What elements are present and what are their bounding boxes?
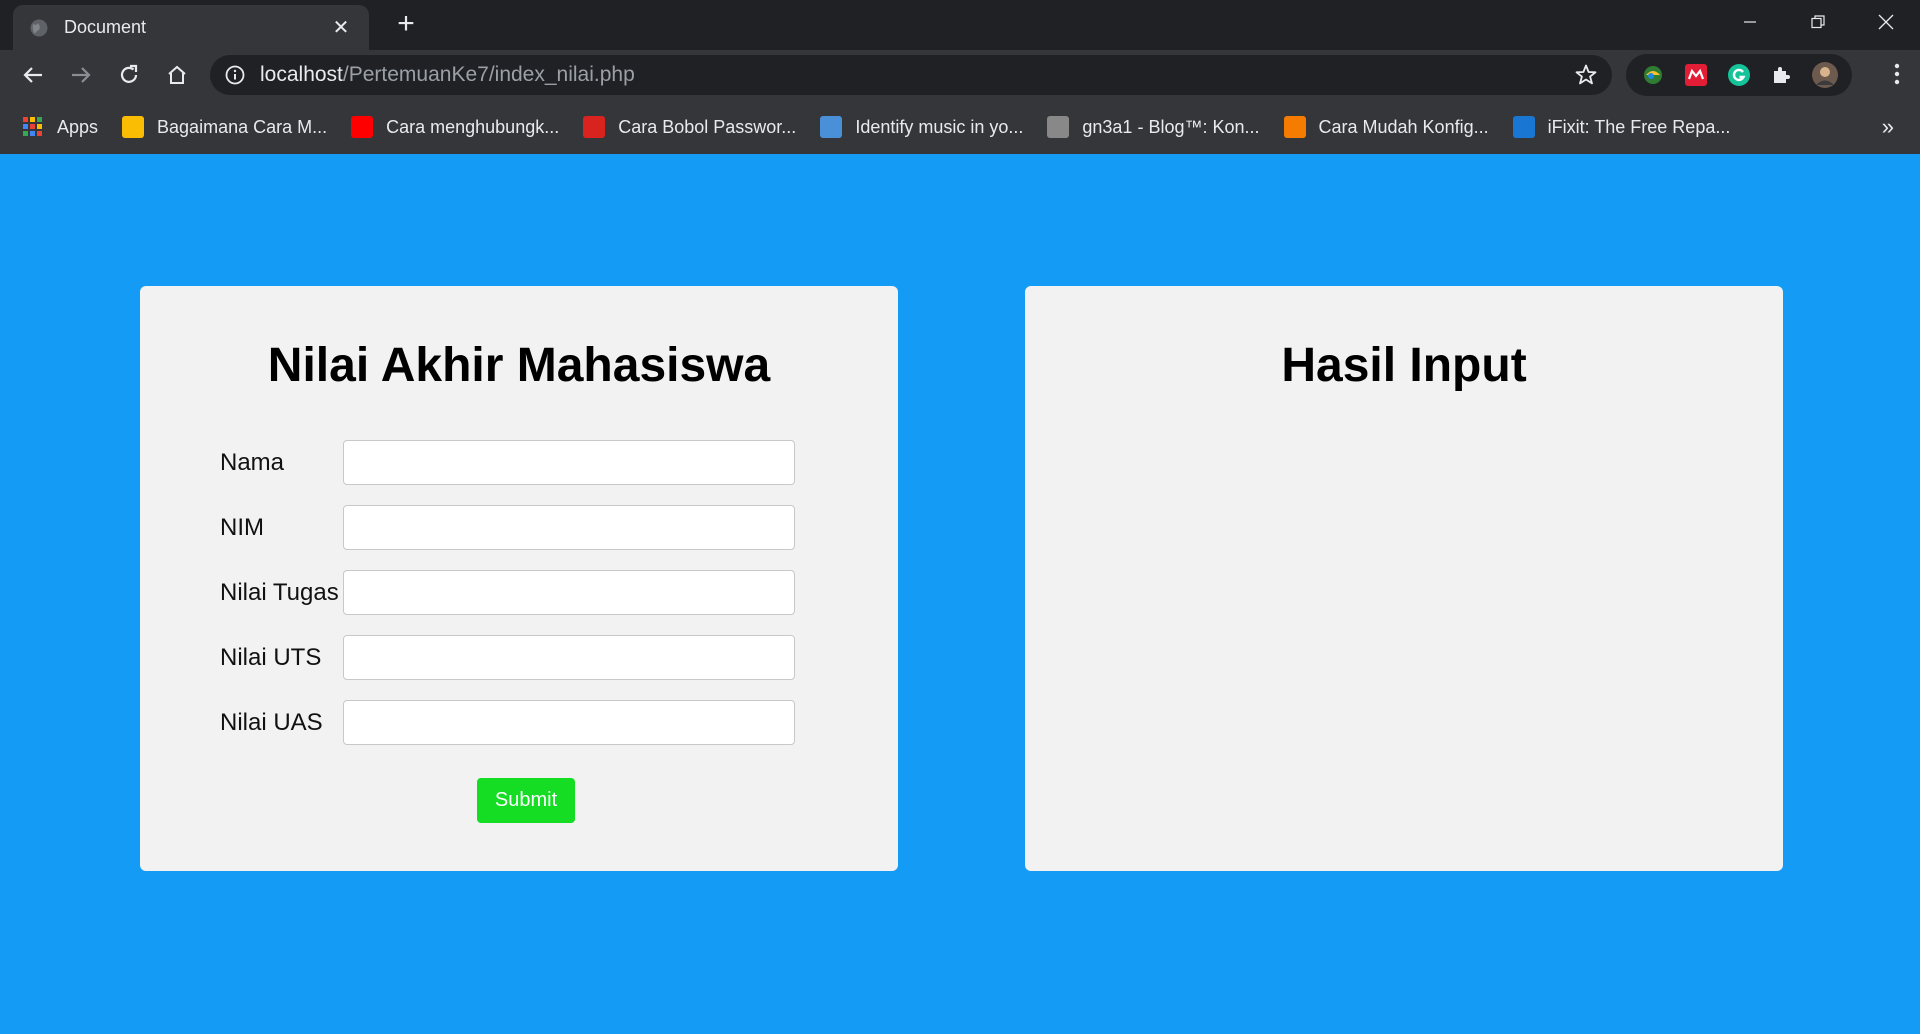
back-arrow-icon[interactable]	[9, 51, 57, 99]
forward-arrow-icon[interactable]	[57, 51, 105, 99]
bookmarks-bar: Apps Bagaimana Cara M... Cara menghubungk.…	[0, 100, 1920, 154]
field-label-nilai-uas: Nilai UAS	[220, 708, 323, 736]
submit-button[interactable]: Submit	[477, 778, 575, 823]
mendeley-icon[interactable]	[1682, 61, 1710, 89]
bookmark-item[interactable]: Bagaimana Cara M...	[122, 116, 327, 138]
close-window-icon[interactable]	[1852, 0, 1920, 44]
globe-icon	[30, 19, 48, 36]
result-card: Hasil Input	[1025, 286, 1783, 871]
bookmark-label: gn3a1 - Blog™: Kon...	[1082, 116, 1260, 137]
field-row-nilai-uas: Nilai UAS	[220, 700, 795, 745]
tab-title: Document	[64, 17, 147, 37]
more-bookmarks-icon[interactable]: »	[1882, 114, 1894, 140]
bookmark-label: Cara Bobol Passwor...	[618, 116, 797, 137]
nilai-uts-input[interactable]	[343, 635, 795, 680]
bookmark-item[interactable]: Cara menghubungk...	[351, 116, 559, 138]
bookmark-star-icon[interactable]	[1574, 63, 1598, 87]
bookmark-site-icon	[122, 116, 145, 138]
tab-strip: Document ✕ +	[0, 0, 1920, 50]
bookmark-label: iFixit: The Free Repa...	[1547, 116, 1731, 137]
site-info-icon[interactable]	[224, 64, 246, 86]
url-path: /PertemuanKe7/index_nilai.php	[342, 63, 635, 86]
colorful-extension-icon[interactable]	[1639, 61, 1667, 89]
nilai-tugas-input[interactable]	[343, 570, 795, 615]
extensions-area	[1626, 54, 1852, 96]
address-bar[interactable]: localhost/PertemuanKe7/index_nilai.php	[210, 55, 1612, 95]
bookmark-item[interactable]: Cara Mudah Konfig...	[1283, 116, 1489, 138]
field-row-nilai-tugas: Nilai Tugas	[220, 570, 795, 615]
blogger-icon	[1283, 116, 1306, 138]
field-row-nilai-uts: Nilai UTS	[220, 635, 795, 680]
field-label-nim: NIM	[220, 513, 264, 541]
form-card: Nilai Akhir Mahasiswa Nama NIM Nilai Tug…	[140, 286, 898, 871]
extensions-puzzle-icon[interactable]	[1768, 61, 1796, 89]
red-chevron-icon	[583, 116, 606, 138]
grade-form: Nama NIM Nilai Tugas Nilai UTS Nilai UAS	[220, 440, 795, 765]
field-label-nama: Nama	[220, 448, 285, 476]
window-controls	[1716, 0, 1920, 44]
bookmark-label: Apps	[57, 116, 99, 137]
bookmark-label: Identify music in yo...	[855, 116, 1024, 137]
grammarly-icon[interactable]	[1725, 61, 1753, 89]
field-label-nilai-uts: Nilai UTS	[220, 643, 322, 671]
ifixit-icon	[1512, 116, 1535, 138]
bookmark-item[interactable]: iFixit: The Free Repa...	[1512, 116, 1731, 138]
field-label-nilai-tugas: Nilai Tugas	[220, 578, 339, 606]
field-row-nim: NIM	[220, 505, 795, 550]
nim-input[interactable]	[343, 505, 795, 550]
url-host: localhost	[260, 63, 343, 86]
reload-icon[interactable]	[105, 51, 153, 99]
restore-icon[interactable]	[1784, 0, 1852, 44]
page-content: Nilai Akhir Mahasiswa Nama NIM Nilai Tug…	[0, 154, 1920, 1034]
nilai-uas-input[interactable]	[343, 700, 795, 745]
bookmark-item[interactable]: Apps	[22, 116, 98, 138]
bookmark-label: Bagaimana Cara M...	[157, 116, 328, 137]
tab-close-icon[interactable]: ✕	[329, 15, 353, 40]
home-icon[interactable]	[153, 51, 201, 99]
profile-avatar-icon[interactable]	[1811, 61, 1839, 89]
bookmark-label: Cara Mudah Konfig...	[1318, 116, 1489, 137]
music-icon	[820, 116, 843, 138]
new-tab-icon[interactable]: +	[390, 9, 422, 41]
youtube-icon	[351, 116, 374, 138]
minimize-icon[interactable]	[1716, 0, 1784, 44]
bookmark-item[interactable]: gn3a1 - Blog™: Kon...	[1047, 116, 1260, 138]
tab-document[interactable]: Document ✕	[13, 5, 369, 50]
bookmark-item[interactable]: Cara Bobol Passwor...	[583, 116, 796, 138]
form-title: Nilai Akhir Mahasiswa	[267, 339, 771, 392]
menu-dots-icon[interactable]	[1894, 63, 1900, 85]
result-title: Hasil Input	[1281, 339, 1527, 392]
bookmark-label: Cara menghubungk...	[386, 116, 560, 137]
blog-thumbnail-icon	[1047, 116, 1070, 138]
nama-input[interactable]	[343, 440, 795, 485]
url-text: localhost/PertemuanKe7/index_nilai.php	[260, 63, 635, 87]
browser-toolbar: localhost/PertemuanKe7/index_nilai.php	[0, 50, 1920, 100]
field-row-nama: Nama	[220, 440, 795, 485]
browser-chrome: Document ✕ + localhost/PertemuanKe7/inde…	[0, 0, 1920, 154]
apps-grid-icon	[22, 116, 44, 138]
bookmark-item[interactable]: Identify music in yo...	[820, 116, 1023, 138]
